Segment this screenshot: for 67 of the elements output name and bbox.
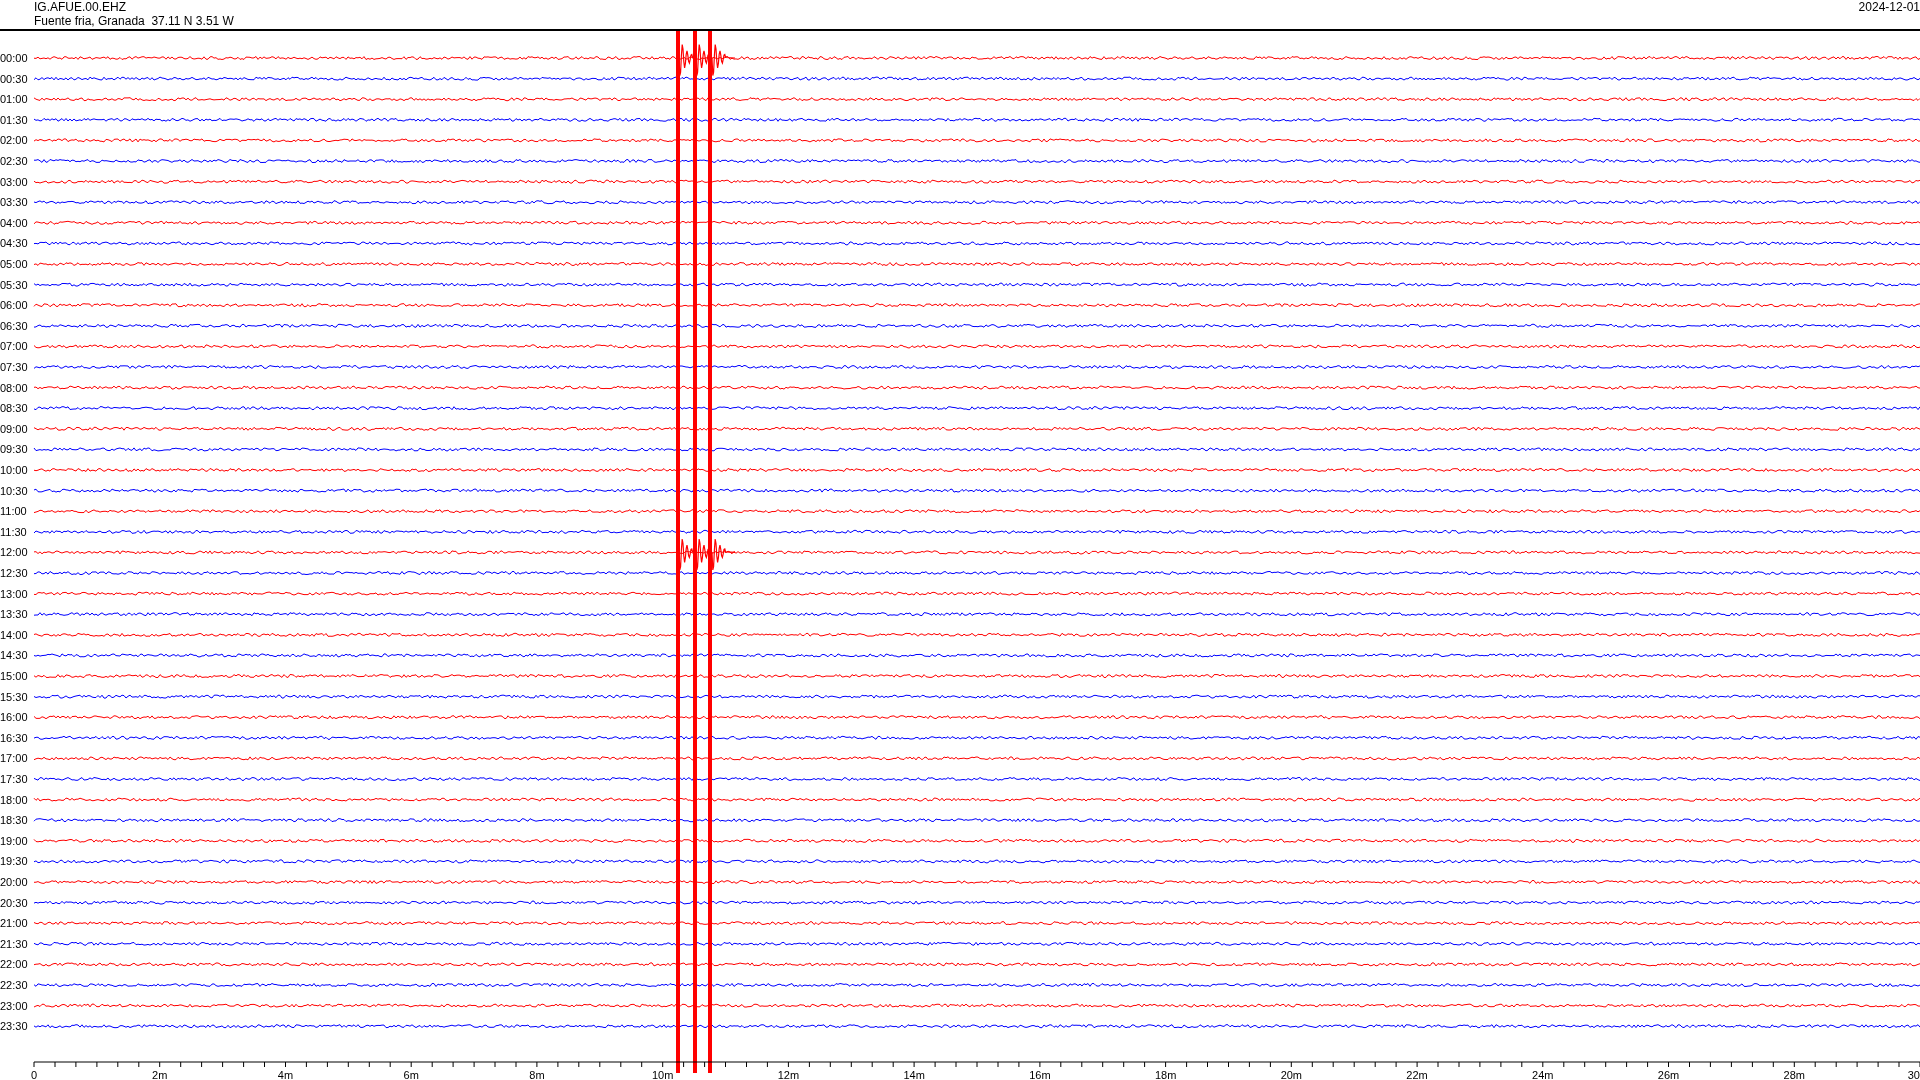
row-time-label: 21:30: [0, 937, 28, 950]
row-time-label: 09:00: [0, 422, 28, 435]
row-time-label: 17:30: [0, 773, 28, 785]
row-time-label: 23:00: [0, 999, 28, 1012]
axis-label: 16m: [1029, 1069, 1051, 1080]
row-time-label: 02:30: [0, 155, 28, 167]
row-time-label: 04:00: [0, 216, 28, 229]
row-time-label: 15:30: [0, 690, 28, 703]
row-time-label: 10:00: [0, 464, 28, 476]
row-time-label: 23:30: [0, 1020, 28, 1033]
row-time-label: 17:00: [0, 752, 28, 765]
row-time-label: 15:00: [0, 670, 28, 682]
row-time-label: 13:00: [0, 587, 28, 600]
axis-label: 6m: [403, 1069, 419, 1080]
axis-label: 10m: [651, 1069, 674, 1080]
row-time-label: 02:00: [0, 134, 28, 147]
date-label: 2024-12-01: [1858, 0, 1920, 16]
axis-label: 28m: [1783, 1069, 1805, 1080]
row-time-label: 18:00: [0, 793, 28, 806]
row-time-label: 22:30: [0, 979, 28, 991]
row-time-label: 22:00: [0, 958, 28, 971]
row-time-label: 01:00: [0, 93, 28, 106]
row-time-label: 07:00: [0, 340, 28, 353]
axis-label: 0: [30, 1069, 38, 1080]
axis-label: 26m: [1657, 1069, 1680, 1080]
row-time-label: 03:30: [0, 196, 28, 209]
row-time-label: 11:30: [0, 525, 27, 538]
row-time-label: 13:30: [0, 608, 28, 621]
axis-label: 2m: [152, 1069, 168, 1080]
row-time-label: 14:00: [0, 628, 28, 641]
row-time-label: 16:30: [0, 731, 28, 744]
row-time-label: 04:30: [0, 237, 28, 250]
row-time-label: 19:30: [0, 855, 28, 868]
row-time-label: 05:00: [0, 258, 28, 270]
station-code: IG.AFUE.00.EHZ: [34, 0, 128, 14]
axis-label: 4m: [277, 1069, 294, 1080]
axis-label: 24m: [1532, 1069, 1554, 1080]
row-time-label: 09:30: [0, 443, 28, 456]
row-time-label: 05:30: [0, 278, 28, 291]
axis-label: 12m: [777, 1069, 800, 1080]
axis-label: 30: [1907, 1069, 1920, 1080]
row-time-label: 08:00: [0, 381, 28, 394]
row-time-label: 16:00: [0, 711, 28, 724]
row-time-label: 12:30: [0, 567, 28, 579]
row-time-label: 03:00: [0, 175, 28, 188]
row-time-label: 12:00: [0, 546, 28, 559]
row-time-label: 00:30: [0, 72, 28, 85]
row-time-label: 20:30: [0, 896, 28, 909]
station-location: Fuente fria, Granada 37.11 N 3.51 W: [34, 14, 234, 28]
row-time-label: 14:30: [0, 649, 28, 662]
row-time-label: 08:30: [0, 402, 28, 415]
row-time-label: 10:30: [0, 484, 28, 497]
row-time-label: 06:30: [0, 319, 28, 332]
axis-label: 22m: [1406, 1069, 1428, 1080]
row-time-label: 19:00: [0, 834, 28, 847]
row-time-label: 11:00: [0, 505, 27, 518]
row-time-label: 06:00: [0, 299, 28, 312]
row-time-label: 18:30: [0, 814, 28, 827]
axis-label: 20m: [1280, 1069, 1303, 1080]
axis-label: 18m: [1154, 1069, 1177, 1080]
axis-label: 14m: [903, 1069, 925, 1080]
row-time-label: 21:00: [0, 917, 28, 930]
row-time-label: 20:00: [0, 876, 28, 888]
row-time-label: 01:30: [0, 113, 28, 126]
row-time-label: 00:00: [0, 52, 28, 64]
row-time-label: 07:30: [0, 361, 28, 373]
axis-label: 8m: [529, 1069, 545, 1080]
